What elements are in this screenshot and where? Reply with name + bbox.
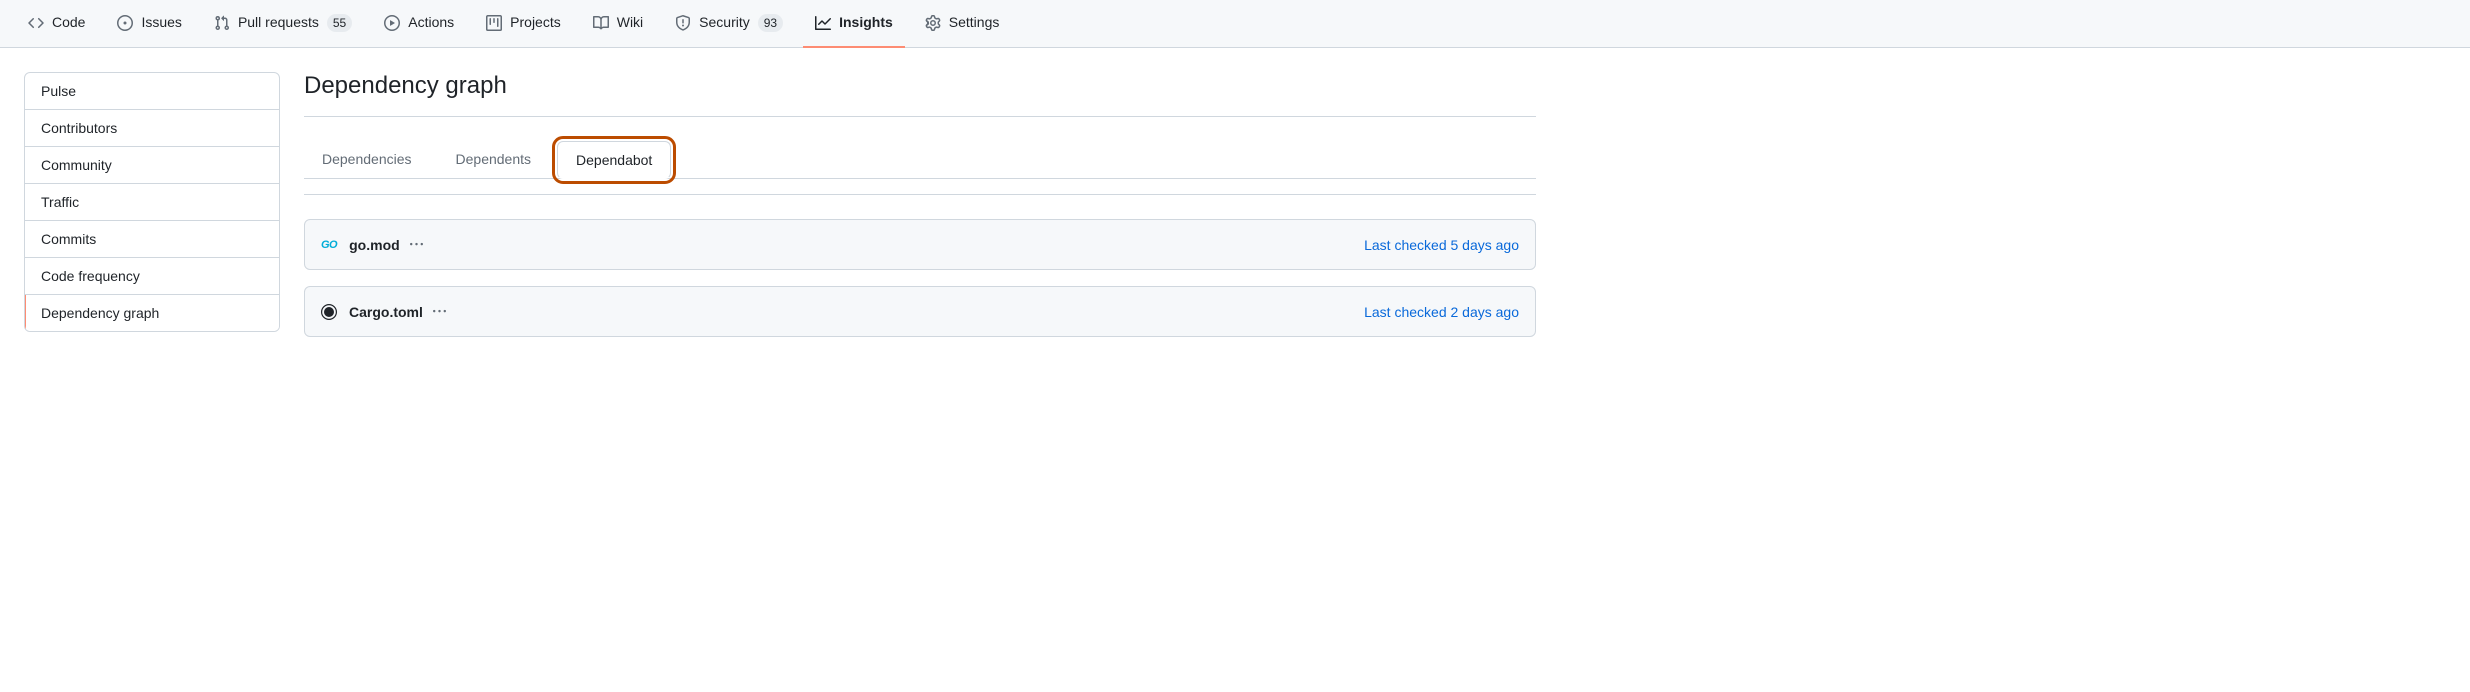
play-icon	[384, 15, 400, 31]
nav-insights[interactable]: Insights	[803, 0, 905, 48]
sidebar-item-label: Dependency graph	[41, 305, 159, 321]
nav-label: Security	[699, 12, 750, 33]
gear-icon	[925, 15, 941, 31]
divider	[304, 116, 1536, 117]
nav-label: Pull requests	[238, 12, 319, 33]
nav-label: Settings	[949, 12, 1000, 33]
last-checked-link[interactable]: Last checked 2 days ago	[1364, 304, 1519, 320]
shield-icon	[675, 15, 691, 31]
security-count-badge: 93	[758, 14, 783, 32]
issue-icon	[117, 15, 133, 31]
sidebar-item-contributors[interactable]: Contributors	[25, 110, 279, 147]
tab-label: Dependabot	[576, 152, 652, 168]
nav-label: Projects	[510, 12, 561, 33]
manifest-name[interactable]: Cargo.toml	[349, 304, 423, 320]
sidebar-item-label: Traffic	[41, 194, 79, 210]
nav-label: Issues	[141, 12, 181, 33]
manifest-row-cargo: Cargo.toml Last checked 2 days ago	[304, 286, 1536, 337]
manifest-name[interactable]: go.mod	[349, 237, 400, 253]
pull-request-icon	[214, 15, 230, 31]
main-content: Dependency graph Dependencies Dependents…	[304, 72, 1536, 353]
manifest-row-go: GO go.mod Last checked 5 days ago	[304, 219, 1536, 270]
nav-security[interactable]: Security 93	[663, 0, 795, 48]
tab-dependabot[interactable]: Dependabot	[557, 141, 671, 179]
code-icon	[28, 15, 44, 31]
nav-label: Insights	[839, 12, 893, 33]
insights-sidebar: Pulse Contributors Community Traffic Com…	[24, 72, 280, 353]
kebab-menu-button[interactable]	[431, 303, 448, 320]
repo-nav: Code Issues Pull requests 55 Actions Pro…	[0, 0, 2470, 48]
nav-pull-requests[interactable]: Pull requests 55	[202, 0, 364, 48]
sidebar-item-commits[interactable]: Commits	[25, 221, 279, 258]
sidebar-item-code-frequency[interactable]: Code frequency	[25, 258, 279, 295]
nav-wiki[interactable]: Wiki	[581, 0, 655, 48]
sidebar-item-label: Code frequency	[41, 268, 140, 284]
last-checked-link[interactable]: Last checked 5 days ago	[1364, 237, 1519, 253]
nav-label: Code	[52, 12, 85, 33]
tab-label: Dependents	[456, 151, 532, 167]
tab-label: Dependencies	[322, 151, 412, 167]
tab-dependents[interactable]: Dependents	[438, 141, 550, 178]
sidebar-item-label: Pulse	[41, 83, 76, 99]
graph-icon	[815, 15, 831, 31]
kebab-menu-button[interactable]	[408, 236, 425, 253]
tab-dependencies[interactable]: Dependencies	[304, 141, 430, 178]
page-title: Dependency graph	[304, 72, 1536, 100]
nav-actions[interactable]: Actions	[372, 0, 466, 48]
nav-projects[interactable]: Projects	[474, 0, 573, 48]
pr-count-badge: 55	[327, 14, 352, 32]
nav-issues[interactable]: Issues	[105, 0, 193, 48]
nav-label: Actions	[408, 12, 454, 33]
rust-icon	[321, 304, 337, 320]
sidebar-item-pulse[interactable]: Pulse	[25, 73, 279, 110]
sub-tabs: Dependencies Dependents Dependabot	[304, 141, 1536, 179]
sidebar-item-label: Commits	[41, 231, 96, 247]
nav-code[interactable]: Code	[16, 0, 97, 48]
project-icon	[486, 15, 502, 31]
book-icon	[593, 15, 609, 31]
sidebar-item-label: Contributors	[41, 120, 117, 136]
go-icon: GO	[321, 239, 337, 251]
sidebar-item-label: Community	[41, 157, 112, 173]
sidebar-item-community[interactable]: Community	[25, 147, 279, 184]
sidebar-item-dependency-graph[interactable]: Dependency graph	[25, 295, 279, 331]
nav-settings[interactable]: Settings	[913, 0, 1012, 48]
sidebar-item-traffic[interactable]: Traffic	[25, 184, 279, 221]
nav-label: Wiki	[617, 12, 643, 33]
